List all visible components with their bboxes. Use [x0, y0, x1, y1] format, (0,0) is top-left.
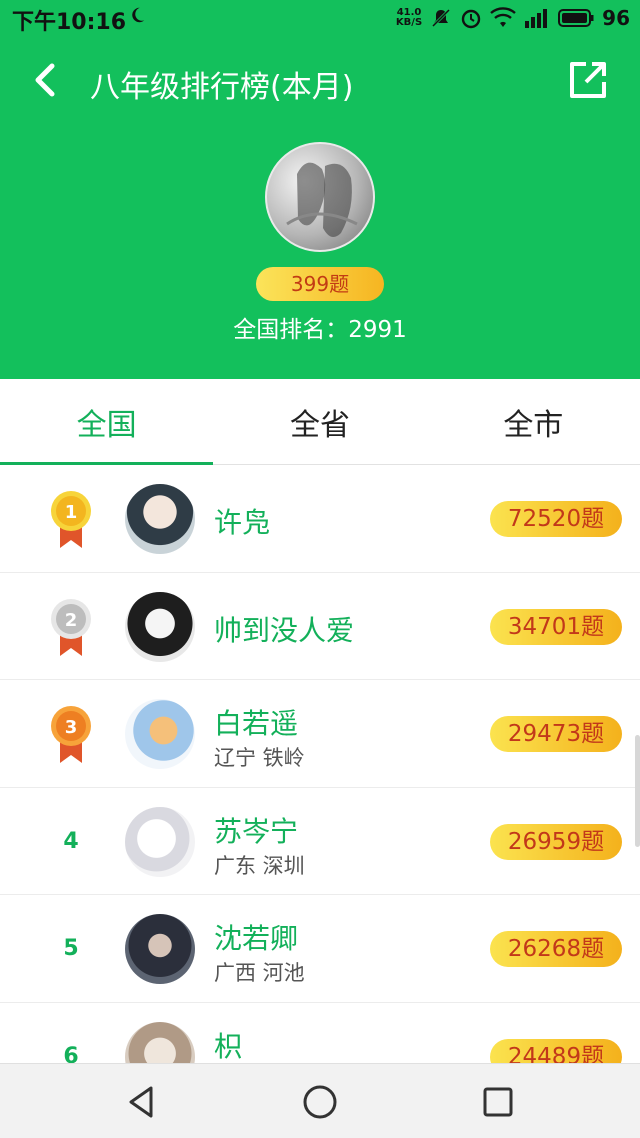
silver-medal-icon: 2 — [51, 598, 91, 656]
tab-province[interactable]: 全省 — [213, 379, 426, 465]
avatar-art — [286, 162, 358, 237]
app-screen: 下午10:16 41.0 KB/S 96 八年级排行榜(本月) 399题 全国排… — [0, 0, 640, 1138]
recents-square-icon[interactable] — [477, 1081, 519, 1123]
alarm-icon — [461, 9, 481, 29]
page-title: 八年级排行榜(本月) — [90, 70, 354, 105]
share-button[interactable] — [566, 58, 610, 102]
user-name: 许凫 — [214, 506, 271, 539]
national-rank-text: 全国排名：2991 — [233, 317, 407, 343]
avatar — [125, 914, 195, 984]
score-badge: 26959题 — [490, 823, 622, 860]
ranking-row[interactable]: 2 帅到没人爱 34701题 — [0, 572, 640, 680]
score-badge: 29473题 — [490, 716, 622, 752]
user-name: 白若遥 — [214, 707, 299, 740]
user-location: 广西 河池 — [214, 961, 305, 985]
user-name: 帅到没人爱 — [214, 613, 355, 647]
score-badge: 26268题 — [490, 931, 622, 967]
tab-city[interactable]: 全市 — [427, 379, 640, 465]
ranking-list: 1 许凫 72520题 2 帅到没人爱 34701题 3 白若遥 辽宁 铁岭 2… — [0, 465, 640, 1063]
moon-icon — [132, 7, 145, 23]
scroll-indicator[interactable] — [635, 735, 640, 847]
ranking-row[interactable]: 6 枳 24489题 — [0, 1002, 640, 1064]
ranking-row[interactable]: 5 沈若卿 广西 河池 26268题 — [0, 895, 640, 1003]
ranking-row[interactable]: 1 许凫 72520题 — [0, 465, 640, 573]
score-badge: 72520题 — [490, 501, 622, 537]
network-speed: 41.0 KB/S — [396, 8, 422, 28]
user-location: 广东 深圳 — [214, 853, 305, 878]
rank-number: 5 — [63, 936, 79, 961]
avatar — [125, 699, 195, 769]
gold-medal-icon: 1 — [51, 491, 91, 548]
ranking-row[interactable]: 3 白若遥 辽宁 铁岭 29473题 — [0, 680, 640, 788]
user-name: 枳 — [214, 1029, 243, 1063]
network-speed-unit: KB/S — [395, 17, 423, 28]
battery-percent: 96 — [602, 6, 630, 30]
bronze-medal-icon: 3 — [51, 706, 91, 763]
avatar — [125, 806, 195, 877]
user-location: 辽宁 铁岭 — [214, 746, 305, 770]
medal-number: 3 — [65, 717, 78, 738]
avatar — [125, 484, 195, 554]
my-question-count-badge: 399题 — [256, 267, 384, 301]
avatar — [125, 591, 195, 662]
back-triangle-icon[interactable] — [121, 1081, 163, 1123]
score-badge: 24489题 — [490, 1038, 622, 1063]
system-navigation-bar — [0, 1063, 640, 1138]
ranking-row[interactable]: 4 苏岑宁 广东 深圳 26959题 — [0, 787, 640, 895]
my-avatar[interactable] — [265, 142, 375, 252]
rank-number: 4 — [63, 828, 79, 854]
notification-off-icon — [432, 8, 451, 28]
tab-national[interactable]: 全国 — [0, 379, 214, 466]
wifi-icon — [490, 7, 516, 27]
user-name: 沈若卿 — [214, 922, 299, 955]
medal-number: 1 — [65, 502, 78, 523]
status-bar: 下午10:16 41.0 KB/S 96 — [0, 0, 640, 36]
back-button[interactable] — [26, 58, 66, 102]
scope-tabs: 全国 全省 全市 — [0, 379, 640, 466]
user-name: 苏岑宁 — [214, 814, 299, 848]
status-icons: 41.0 KB/S 96 — [396, 4, 630, 32]
status-time: 下午10:16 — [12, 10, 127, 35]
rank-number: 6 — [63, 1043, 79, 1064]
score-badge: 34701题 — [490, 608, 622, 645]
medal-number: 2 — [65, 610, 78, 631]
battery-icon — [558, 9, 594, 27]
top-navbar: 八年级排行榜(本月) — [0, 44, 640, 116]
avatar — [125, 1021, 195, 1063]
signal-icon — [525, 9, 548, 28]
header-panel: 下午10:16 41.0 KB/S 96 八年级排行榜(本月) 399题 全国排… — [0, 0, 640, 379]
home-circle-icon[interactable] — [299, 1081, 341, 1123]
